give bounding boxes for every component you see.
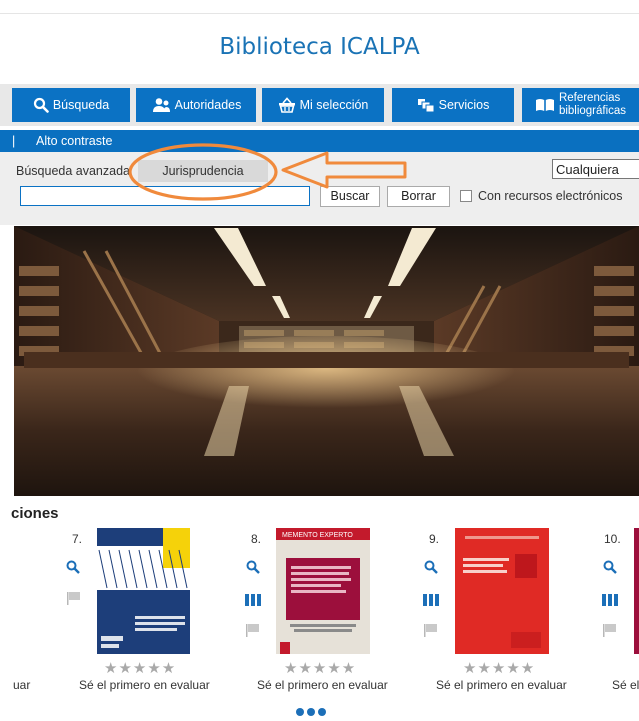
search-button[interactable]: Buscar — [320, 186, 380, 207]
book-number: 7. — [72, 532, 83, 546]
book-cover-8[interactable]: MEMENTO EXPERTO — [276, 528, 370, 654]
rate-link[interactable]: Sé el primero en evaluar — [79, 678, 210, 692]
carousel-dot[interactable] — [318, 708, 326, 716]
bar-separator: | — [12, 134, 16, 148]
rating-stars[interactable]: ★★★★★ — [463, 659, 535, 677]
nav-servicios[interactable]: Servicios — [392, 88, 514, 122]
rate-link[interactable]: Sé el primero en evaluar — [436, 678, 567, 692]
search-icon — [33, 97, 49, 113]
users-icon — [152, 98, 170, 112]
flag-icon[interactable] — [603, 624, 617, 637]
nav-autoridades[interactable]: Autoridades — [136, 88, 256, 122]
accessibility-bar: | Alto contraste — [0, 130, 639, 152]
carousel-dots[interactable] — [296, 703, 329, 721]
book-cover-10[interactable] — [634, 528, 639, 654]
cover-brand: MEMENTO EXPERTO — [282, 532, 353, 539]
search-icon[interactable] — [424, 560, 438, 574]
copies-icon — [417, 99, 435, 113]
top-divider — [0, 13, 639, 14]
nav-label: Servicios — [438, 98, 490, 112]
flag-icon[interactable] — [246, 624, 260, 637]
nav-label: Búsqueda — [52, 98, 110, 112]
flag-icon[interactable] — [67, 592, 81, 605]
nav-busqueda[interactable]: Búsqueda — [12, 88, 130, 122]
electronic-resources-checkbox[interactable] — [460, 190, 472, 202]
search-zone: Búsqueda avanzada Jurisprudencia Cualqui… — [0, 152, 639, 225]
rating-stars[interactable]: ★★★★★ — [284, 659, 356, 677]
basket-icon — [278, 97, 295, 113]
tab-jurisprudencia[interactable]: Jurisprudencia — [138, 160, 268, 182]
nav-mi-seleccion[interactable]: Mi selección — [262, 88, 384, 122]
rate-link[interactable]: Sé el — [612, 678, 639, 692]
nav-label: Referencias bibliográficas — [558, 92, 627, 117]
site-title[interactable]: Biblioteca ICALPA — [0, 34, 639, 60]
book-number: 9. — [429, 532, 440, 546]
main-nav: Búsqueda Autoridades Mi selección Servic… — [0, 84, 639, 126]
book-cover-7[interactable] — [97, 528, 190, 654]
rating-stars[interactable]: ★★★★★ — [104, 659, 176, 677]
search-field-select[interactable]: Cualquiera — [552, 159, 639, 179]
search-icon[interactable] — [66, 560, 80, 574]
carousel-dot[interactable] — [307, 708, 315, 716]
book-cover-9[interactable] — [455, 528, 549, 654]
carousel-dot[interactable] — [296, 708, 304, 716]
search-input[interactable] — [20, 186, 310, 206]
electronic-resources-label: Con recursos electrónicos — [478, 189, 623, 203]
search-icon[interactable] — [603, 560, 617, 574]
book-number: 8. — [251, 532, 262, 546]
open-book-icon — [535, 99, 554, 111]
nav-referencias[interactable]: Referencias bibliográficas — [522, 88, 639, 122]
prev-eval-fragment[interactable]: uar — [13, 678, 30, 692]
shelf-icon[interactable] — [423, 594, 439, 606]
nav-label: Autoridades — [174, 98, 242, 112]
nav-label: Mi selección — [299, 98, 369, 112]
rate-link[interactable]: Sé el primero en evaluar — [257, 678, 388, 692]
flag-icon[interactable] — [424, 624, 438, 637]
search-icon[interactable] — [246, 560, 260, 574]
tab-busqueda-avanzada[interactable]: Búsqueda avanzada — [16, 160, 130, 182]
section-title: ciones — [11, 505, 59, 522]
book-number: 10. — [604, 532, 621, 546]
high-contrast-link[interactable]: Alto contraste — [36, 130, 112, 152]
shelf-icon[interactable] — [602, 594, 618, 606]
clear-button[interactable]: Borrar — [387, 186, 450, 207]
shelf-icon[interactable] — [245, 594, 261, 606]
library-hero-image — [14, 226, 639, 496]
